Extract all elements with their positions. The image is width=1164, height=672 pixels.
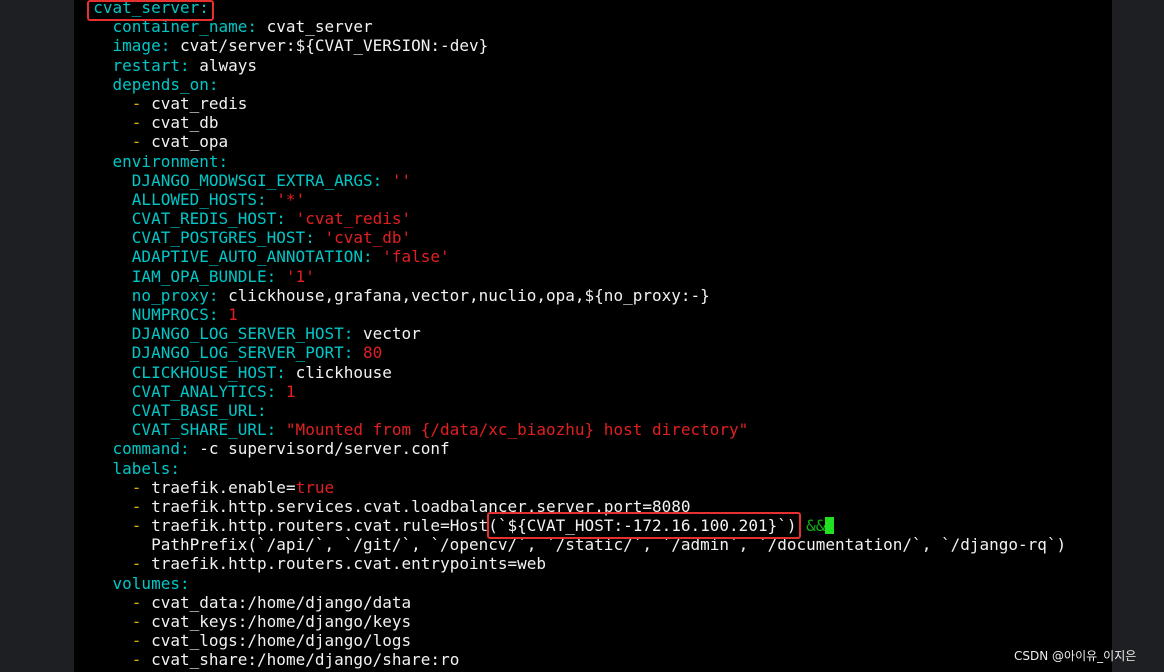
list-item: - cvat_logs:/home/django/logs bbox=[131, 631, 412, 651]
list-item: - cvat_redis bbox=[131, 93, 248, 113]
env-var: CVAT_REDIS_HOST: 'cvat_redis' bbox=[131, 209, 412, 229]
list-item: - cvat_share:/home/django/share:ro bbox=[131, 650, 460, 670]
text-cursor bbox=[825, 517, 835, 535]
line-image: image: cvat/server:${CVAT_VERSION:-dev} bbox=[112, 36, 489, 56]
list-item: - traefik.http.routers.cvat.entrypoints=… bbox=[131, 554, 547, 574]
env-var: CVAT_ANALYTICS: 1 bbox=[131, 381, 296, 401]
highlight-box-service bbox=[87, 0, 214, 21]
list-item: - cvat_data:/home/django/data bbox=[131, 592, 412, 612]
env-var: CVAT_SHARE_URL: "Mounted from {/data/xc_… bbox=[131, 420, 749, 440]
env-var: ADAPTIVE_AUTO_ANNOTATION: 'false' bbox=[131, 247, 450, 267]
line-container-name: container_name: cvat_server bbox=[112, 17, 373, 37]
terminal-window[interactable]: cvat_server: container_name: cvat_server… bbox=[74, 0, 1112, 672]
env-var: DJANGO_LOG_SERVER_PORT: 80 bbox=[131, 343, 383, 363]
list-item: - cvat_opa bbox=[131, 132, 229, 152]
env-var: DJANGO_MODWSGI_EXTRA_ARGS: '' bbox=[131, 170, 412, 190]
list-item: - traefik.enable=true bbox=[131, 477, 335, 497]
list-item: - cvat_db bbox=[131, 113, 219, 133]
line-volumes: volumes: bbox=[112, 573, 190, 593]
line-depends-on: depends_on: bbox=[112, 74, 219, 94]
left-margin bbox=[0, 0, 74, 672]
line-service: cvat_server: bbox=[93, 0, 209, 17]
env-var: CVAT_BASE_URL: bbox=[131, 400, 267, 420]
list-item: - cvat_keys:/home/django/keys bbox=[131, 612, 412, 631]
line-environment: environment: bbox=[112, 151, 229, 171]
env-var: NUMPROCS: 1 bbox=[131, 305, 238, 324]
env-var: ALLOWED_HOSTS: '*' bbox=[131, 189, 306, 209]
watermark: CSDN @아이유_이지은 bbox=[1014, 649, 1137, 663]
right-margin bbox=[1112, 0, 1164, 672]
yaml-editor[interactable]: cvat_server: container_name: cvat_server… bbox=[74, 0, 1066, 670]
highlight-box-cvat-host bbox=[487, 512, 801, 539]
env-var: IAM_OPA_BUNDLE: '1' bbox=[131, 266, 315, 286]
line-restart: restart: always bbox=[112, 55, 258, 75]
env-var: CLICKHOUSE_HOST: clickhouse bbox=[131, 362, 392, 382]
env-var: CVAT_POSTGRES_HOST: 'cvat_db' bbox=[131, 228, 412, 248]
env-var: no_proxy: clickhouse,grafana,vector,nucl… bbox=[131, 285, 710, 305]
line-labels: labels: bbox=[112, 458, 180, 478]
line-command: command: -c supervisord/server.conf bbox=[112, 439, 450, 459]
env-var: DJANGO_LOG_SERVER_HOST: vector bbox=[131, 324, 421, 344]
